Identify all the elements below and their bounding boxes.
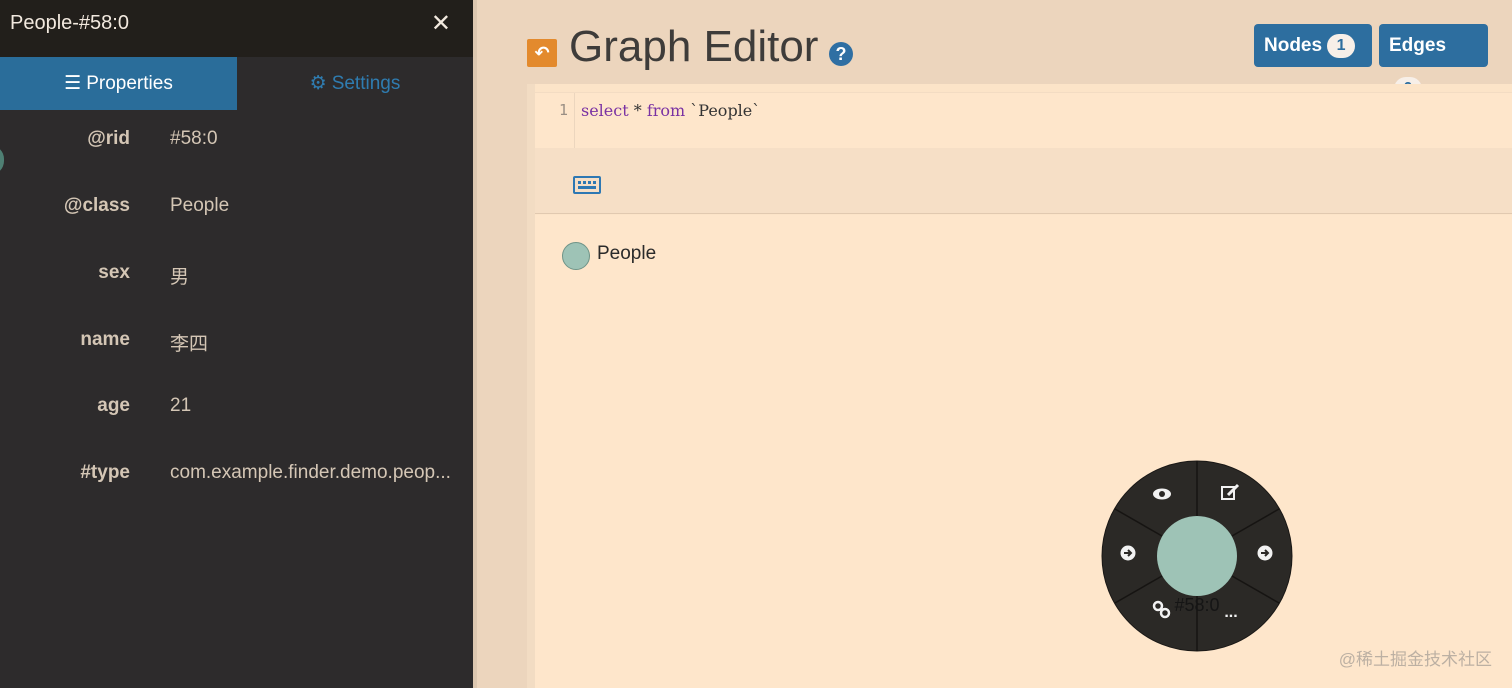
edges-label: Edges (1389, 35, 1447, 56)
property-value: com.example.finder.demo.peop... (170, 462, 451, 483)
property-row-class: @class People (0, 195, 473, 225)
graph-canvas[interactable]: People #58:0 ... (535, 215, 1512, 688)
sidebar-title: People-#58:0 (10, 12, 129, 34)
query-target: `People` (685, 101, 761, 120)
close-button[interactable]: ✕ (431, 9, 451, 38)
property-row-age: age 21 (0, 395, 473, 425)
property-key: name (80, 329, 130, 350)
nodes-button[interactable]: Nodes 1 (1254, 24, 1372, 67)
properties-sidebar: People-#58:0 ✕ ☰ Properties ⚙ Settings @ri… (0, 0, 473, 688)
query-keyword-select: select (581, 101, 629, 120)
keyboard-icon[interactable] (573, 176, 601, 194)
editor-toolbar: ◢ (535, 148, 1512, 224)
property-key: age (97, 395, 130, 416)
nodes-label: Nodes (1264, 35, 1323, 56)
graph-node[interactable] (1157, 516, 1237, 596)
property-value: People (170, 195, 230, 216)
list-icon: ☰ (64, 73, 82, 94)
property-value: 男 (170, 267, 190, 288)
legend-class-dot (562, 242, 590, 270)
line-number-gutter: 1 (535, 93, 575, 149)
node-radial-menu: #58:0 ... (1101, 460, 1293, 652)
arrow-out-icon[interactable] (1257, 545, 1273, 561)
query-text[interactable]: select * from `People` (581, 101, 760, 120)
eye-icon[interactable] (1153, 488, 1171, 500)
query-editor[interactable]: 1 select * from `People` (535, 92, 1512, 149)
query-keyword-from: from (646, 101, 686, 120)
nodes-count-badge: 1 (1327, 33, 1356, 58)
legend-class-label: People (597, 243, 657, 264)
property-key: sex (98, 262, 130, 283)
tab-properties-label: Properties (86, 73, 173, 94)
editor-area: 1 select * from `People` ◢ People (527, 84, 1512, 688)
node-label: #58:0 (1174, 595, 1219, 615)
property-row-rid: @rid #58:0 (0, 128, 473, 158)
back-icon[interactable]: ↶ (527, 39, 557, 67)
property-key: #type (80, 462, 130, 483)
more-icon[interactable]: ... (1224, 604, 1237, 621)
gear-icon: ⚙ (309, 73, 327, 94)
property-value: 21 (170, 395, 192, 416)
edges-button[interactable]: Edges0 (1379, 24, 1488, 101)
property-row-type: #type com.example.finder.demo.peop... (0, 462, 473, 492)
help-icon[interactable]: ? (829, 42, 853, 66)
property-key: @rid (87, 128, 130, 149)
property-value: 李四 (170, 334, 209, 355)
property-value: #58:0 (170, 128, 218, 149)
sidebar-tabs: ☰ Properties ⚙ Settings (0, 57, 473, 110)
property-row-sex: sex 男 (0, 262, 473, 292)
page-title: Graph Editor (569, 22, 819, 71)
tab-settings-label: Settings (331, 73, 401, 94)
tab-settings[interactable]: ⚙ Settings (237, 57, 473, 110)
arrow-in-icon[interactable] (1120, 545, 1136, 561)
property-key: @class (63, 195, 130, 216)
sidebar-header: People-#58:0 ✕ (0, 0, 473, 57)
query-star: * (628, 101, 647, 120)
watermark: @稀土掘金技术社区 (1338, 650, 1492, 669)
tab-properties[interactable]: ☰ Properties (0, 57, 237, 110)
property-row-name: name 李四 (0, 329, 473, 359)
main-panel: ↶ Graph Editor ? Nodes1 Edges0 1 select … (473, 0, 1512, 688)
